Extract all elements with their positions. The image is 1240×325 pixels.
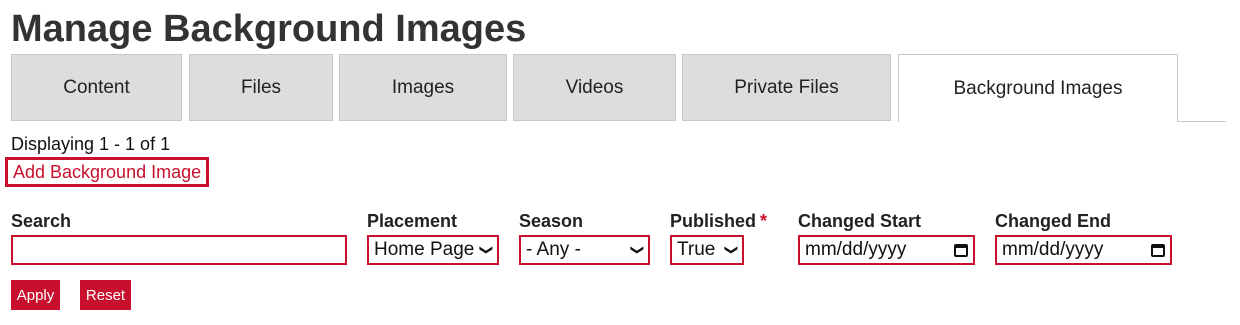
chevron-down-icon: ❯ — [630, 244, 646, 256]
season-label: Season — [519, 211, 584, 231]
chevron-down-icon: ❯ — [724, 244, 740, 256]
tab-files[interactable]: Files — [189, 54, 333, 121]
search-input[interactable] — [11, 235, 347, 265]
required-marker: * — [760, 211, 768, 231]
published-select[interactable]: True ❯ — [670, 235, 744, 265]
chevron-down-icon: ❯ — [479, 244, 495, 256]
changed-end-date-input[interactable]: mm/dd/yyyy — [995, 235, 1172, 265]
changed-start-label: Changed Start — [798, 211, 922, 231]
apply-button[interactable]: Apply — [11, 280, 60, 310]
tab-background-images[interactable]: Background Images — [898, 54, 1178, 122]
changed-end-placeholder: mm/dd/yyyy — [1002, 239, 1104, 260]
calendar-icon[interactable] — [1151, 243, 1165, 257]
search-label: Search — [11, 211, 72, 231]
tabs-divider — [1178, 121, 1226, 122]
calendar-icon[interactable] — [954, 243, 968, 257]
published-label-text: Published — [670, 211, 757, 231]
reset-button[interactable]: Reset — [80, 280, 131, 310]
tab-content[interactable]: Content — [11, 54, 182, 121]
tab-private-files[interactable]: Private Files — [682, 54, 891, 121]
page-title: Manage Background Images — [11, 8, 527, 50]
tab-images[interactable]: Images — [339, 54, 507, 121]
placement-select-value: Home Page — [374, 239, 475, 260]
changed-end-label: Changed End — [995, 211, 1111, 231]
published-select-value: True — [677, 239, 716, 260]
published-label: Published * — [670, 211, 767, 232]
placement-select[interactable]: Home Page ❯ — [367, 235, 499, 265]
add-background-image-link[interactable]: Add Background Image — [5, 157, 210, 187]
tab-videos[interactable]: Videos — [513, 54, 676, 121]
placement-label: Placement — [367, 211, 458, 231]
season-select[interactable]: - Any - ❯ — [519, 235, 650, 265]
changed-start-date-input[interactable]: mm/dd/yyyy — [798, 235, 975, 265]
results-summary: Displaying 1 - 1 of 1 — [11, 134, 171, 154]
changed-start-placeholder: mm/dd/yyyy — [805, 239, 907, 260]
season-select-value: - Any - — [526, 239, 581, 260]
